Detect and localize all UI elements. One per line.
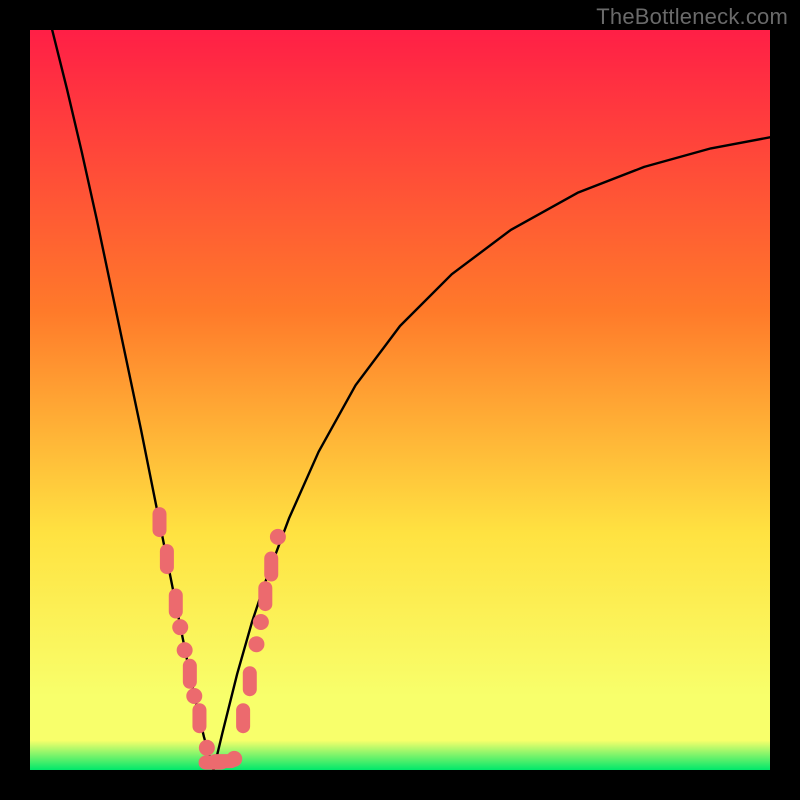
chart-canvas bbox=[30, 30, 770, 770]
chart-plot-area bbox=[30, 30, 770, 770]
chart-frame: TheBottleneck.com bbox=[0, 0, 800, 800]
watermark-text: TheBottleneck.com bbox=[596, 4, 788, 30]
